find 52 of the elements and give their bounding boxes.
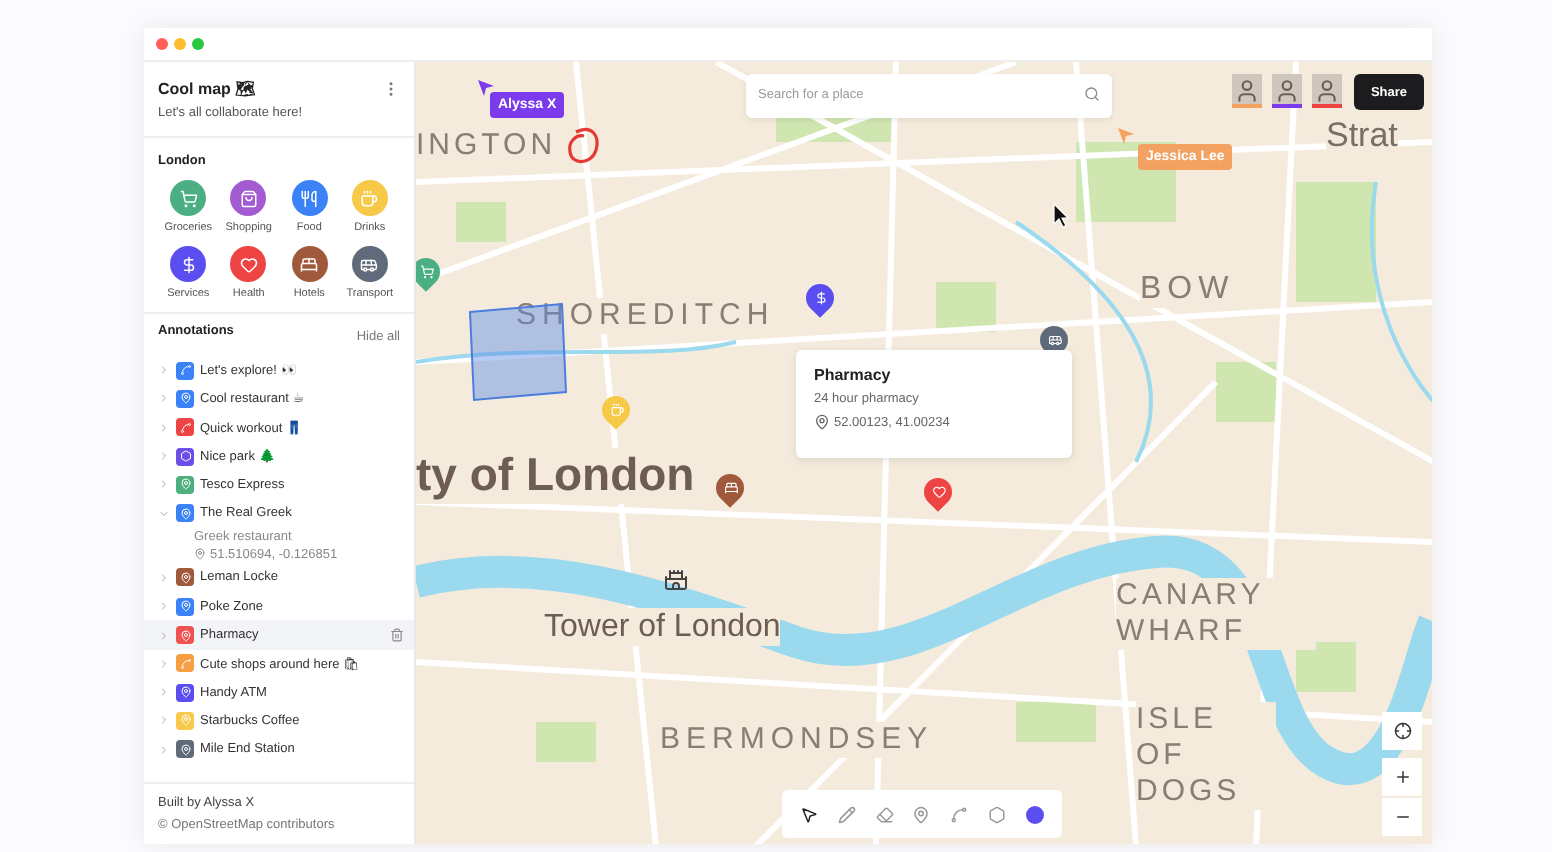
chevron-icon[interactable] [158,657,170,670]
chevron-icon[interactable] [158,364,170,377]
chevron-icon[interactable] [158,600,170,613]
chevron-icon[interactable] [158,392,170,405]
crosshair-icon [1393,722,1411,740]
chevron-icon[interactable] [158,421,170,434]
place-label: ISLE OF DOGS [1136,702,1276,810]
chevron-icon[interactable] [158,450,170,463]
cup-icon [609,403,623,417]
chevron-icon[interactable] [158,714,170,727]
map-title: Cool map 🗺 [158,80,258,98]
chevron-icon[interactable] [158,686,170,699]
zoom-in-button[interactable] [1382,758,1422,796]
avatar[interactable] [1232,74,1262,108]
place-label: Tower of London [544,608,781,647]
heart-icon [931,485,945,499]
maximize-control[interactable] [192,38,204,50]
minimize-control[interactable] [174,38,186,50]
color-picker[interactable] [1025,805,1044,823]
pointer-icon [1116,126,1136,146]
place-label: CANARY WHARF [1116,578,1316,650]
pen-tool[interactable] [837,805,856,823]
pointer-icon [476,78,496,98]
avatar[interactable] [1312,74,1342,108]
dollar-icon [813,291,827,305]
cart-icon [419,265,433,279]
pin-icon [194,548,206,561]
chevron-icon[interactable] [158,571,170,584]
locate-button[interactable] [1382,712,1422,750]
marker-tool[interactable] [912,805,931,823]
bus-icon [1047,333,1061,347]
bed-icon [723,481,737,495]
popup-title: Pharmacy [814,366,893,384]
scribble-drawing [564,124,604,168]
close-control[interactable] [156,38,168,50]
place-label: ty of London [416,448,695,504]
chevron-icon[interactable] [158,478,170,491]
select-tool[interactable] [799,805,818,823]
eraser-tool[interactable] [875,805,894,823]
line-tool[interactable] [950,805,969,823]
chevron-icon[interactable] [158,629,170,642]
chevron-icon[interactable] [158,507,170,520]
delete-icon[interactable] [390,628,404,643]
pin-icon [814,414,830,430]
mouse-pointer-icon [1052,202,1070,228]
area-tool[interactable] [988,805,1007,823]
castle-icon [664,568,688,592]
search-icon[interactable] [1084,86,1100,102]
chevron-icon[interactable] [158,743,170,756]
plus-icon [1393,768,1411,786]
place-label: BOW [1140,270,1235,309]
avatar[interactable] [1272,74,1302,108]
